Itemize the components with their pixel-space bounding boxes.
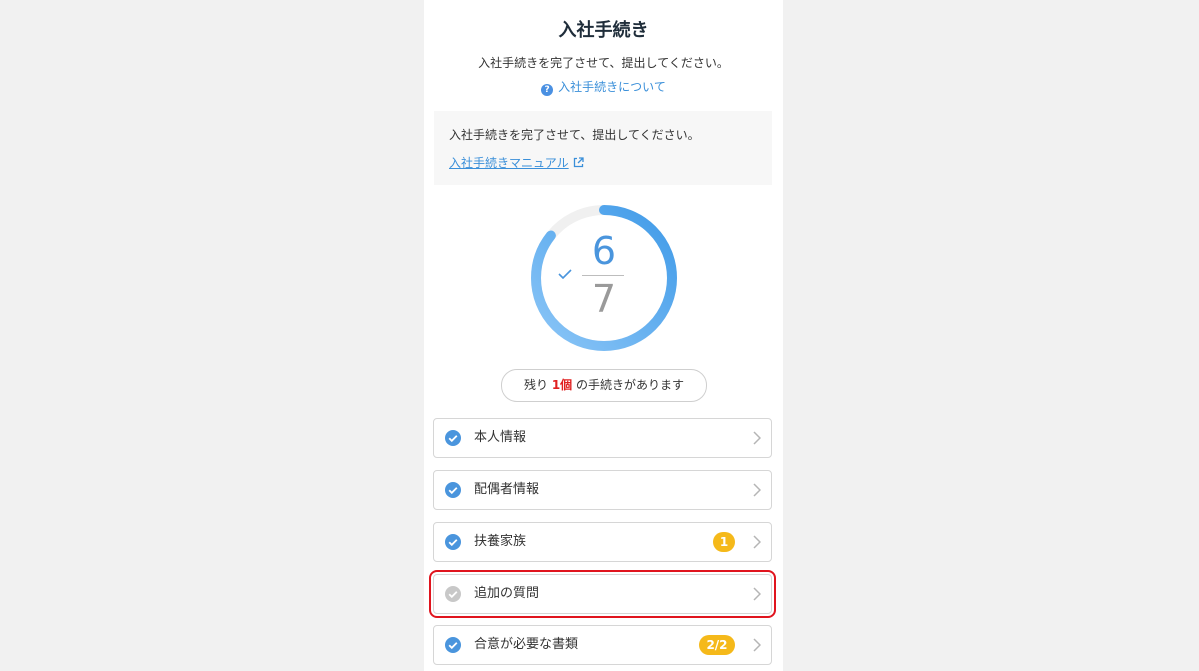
- manual-link-label: 入社手続きマニュアル: [449, 156, 569, 170]
- procedure-item[interactable]: 本人情報: [433, 418, 772, 458]
- page-title: 入社手続き: [558, 20, 649, 41]
- page-subtitle: 入社手続きを完了させて、提出してください。: [478, 56, 729, 70]
- total-count: 7: [591, 277, 617, 321]
- question-icon: ?: [541, 84, 554, 96]
- info-box-text: 入社手続きを完了させて、提出してください。: [449, 128, 700, 142]
- pending-check-circle-icon: [445, 586, 461, 602]
- chevron-right-icon: [753, 587, 761, 601]
- fraction-divider: [582, 275, 624, 276]
- remaining-suffix: の手続きがあります: [576, 378, 685, 392]
- check-circle-icon: [445, 534, 461, 550]
- procedure-item[interactable]: 扶養家族 1: [433, 522, 772, 562]
- remaining-badge: 残り 1個 の手続きがあります: [501, 369, 707, 402]
- check-circle-icon: [445, 482, 461, 498]
- chevron-right-icon: [753, 638, 761, 652]
- help-link[interactable]: ? 入社手続きについて: [424, 78, 783, 96]
- completed-count: 6: [591, 229, 617, 273]
- procedure-item-label: 追加の質問: [474, 586, 540, 601]
- manual-link[interactable]: 入社手続きマニュアル: [449, 154, 584, 171]
- info-box: 入社手続きを完了させて、提出してください。 入社手続きマニュアル: [434, 111, 772, 185]
- chevron-right-icon: [753, 483, 761, 497]
- count-badge: 1: [713, 532, 735, 552]
- count-badge: 2/2: [699, 635, 735, 655]
- progress-ring: 6 7: [529, 203, 679, 353]
- help-link-label: 入社手続きについて: [558, 80, 666, 94]
- remaining-prefix: 残り: [523, 378, 548, 392]
- check-circle-icon: [445, 430, 461, 446]
- chevron-right-icon: [753, 535, 761, 549]
- procedure-item[interactable]: 配偶者情報: [433, 470, 772, 510]
- procedure-item-label: 扶養家族: [474, 534, 527, 549]
- procedure-item-label: 配偶者情報: [474, 482, 540, 497]
- onboarding-panel: 入社手続き 入社手続きを完了させて、提出してください。 ? 入社手続きについて 入…: [424, 0, 783, 671]
- chevron-right-icon: [753, 431, 761, 445]
- procedure-item[interactable]: 合意が必要な書類 2/2: [433, 625, 772, 665]
- remaining-count: 1個: [551, 378, 573, 392]
- check-circle-icon: [445, 637, 461, 653]
- procedure-item[interactable]: 追加の質問: [429, 570, 776, 618]
- procedure-item-label: 合意が必要な書類: [474, 637, 579, 652]
- external-link-icon: [573, 157, 584, 168]
- procedure-item-label: 本人情報: [474, 430, 527, 445]
